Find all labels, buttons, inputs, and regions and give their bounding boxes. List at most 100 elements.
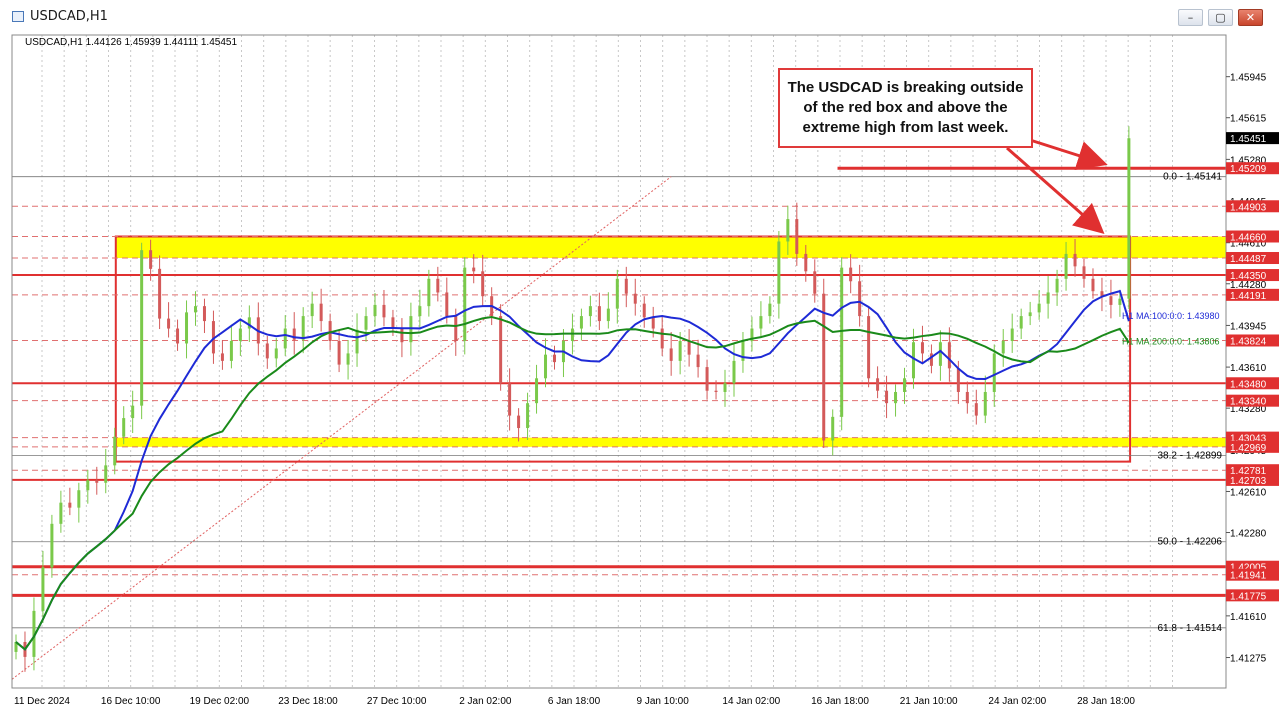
- price-level-label: 1.44903: [1230, 202, 1267, 213]
- candle-body: [588, 306, 592, 317]
- candle-body: [903, 378, 907, 392]
- candle-body: [723, 383, 727, 392]
- price-level-label: 1.43480: [1230, 379, 1267, 390]
- candle-body: [158, 268, 162, 319]
- candle-body: [140, 250, 144, 406]
- price-level-label: 1.44350: [1230, 271, 1267, 282]
- candle-body: [122, 418, 126, 437]
- candle-body: [597, 306, 601, 322]
- candle-body: [894, 391, 898, 404]
- candle-body: [1118, 298, 1122, 305]
- candle-body: [786, 219, 790, 242]
- candle-body: [544, 354, 548, 379]
- candle-body: [974, 403, 978, 416]
- candle-body: [992, 353, 996, 392]
- candle-body: [696, 354, 700, 368]
- candle-body: [956, 368, 960, 392]
- candle-body: [714, 390, 718, 392]
- x-tick-label: 16 Dec 10:00: [101, 696, 161, 707]
- y-tick-label: 1.41610: [1230, 612, 1267, 623]
- x-tick-label: 23 Dec 18:00: [278, 696, 338, 707]
- candle-body: [911, 342, 915, 379]
- candle-body: [947, 342, 951, 369]
- price-level-label: 1.45209: [1230, 164, 1267, 175]
- candle-body: [579, 316, 583, 329]
- price-level-label: 1.41775: [1230, 591, 1267, 602]
- candle-body: [391, 317, 395, 329]
- candle-body: [795, 219, 799, 254]
- candle-body: [615, 278, 619, 309]
- candle-body: [131, 405, 135, 419]
- maximize-button[interactable]: ▢: [1208, 9, 1233, 26]
- candle-body: [1019, 316, 1023, 329]
- candle-body: [355, 329, 359, 354]
- candle-body: [445, 292, 449, 317]
- candle-body: [840, 267, 844, 417]
- candle-body: [427, 278, 431, 307]
- candle-body: [983, 391, 987, 416]
- x-tick-label: 2 Jan 02:00: [459, 696, 512, 707]
- current-price-label: 1.45451: [1230, 134, 1267, 145]
- y-tick-label: 1.45945: [1230, 73, 1267, 84]
- candle-body: [346, 353, 350, 365]
- y-tick-label: 1.42610: [1230, 487, 1267, 498]
- candle-body: [463, 267, 467, 341]
- candle-body: [382, 304, 386, 318]
- candle-body: [624, 278, 628, 294]
- candle-body: [642, 303, 646, 318]
- candle-body: [77, 490, 81, 508]
- candle-body: [86, 480, 90, 491]
- y-tick-label: 1.41275: [1230, 654, 1267, 665]
- x-tick-label: 14 Jan 02:00: [722, 696, 780, 707]
- candle-body: [1046, 292, 1050, 304]
- x-tick-label: 6 Jan 18:00: [548, 696, 601, 707]
- candle-body: [481, 271, 485, 297]
- candle-body: [831, 416, 835, 441]
- candle-body: [552, 354, 556, 363]
- candle-body: [885, 390, 889, 404]
- x-tick-label: 27 Dec 10:00: [367, 696, 427, 707]
- fib-level-label: 50.0 - 1.42206: [1158, 537, 1223, 548]
- x-tick-label: 9 Jan 10:00: [637, 696, 690, 707]
- candle-body: [113, 436, 117, 466]
- candle-body: [400, 328, 404, 343]
- candle-body: [633, 293, 637, 304]
- price-level-label: 1.44487: [1230, 254, 1267, 265]
- candle-body: [499, 316, 503, 384]
- candle-body: [472, 267, 476, 272]
- candle-body: [337, 340, 341, 365]
- price-level-label: 1.42703: [1230, 476, 1267, 487]
- annotation-line-3: extreme high from last week.: [802, 119, 1009, 136]
- annotation-box: The USDCAD is breaking outside of the re…: [778, 68, 1033, 148]
- candle-body: [1073, 253, 1077, 267]
- candle-body: [858, 281, 862, 317]
- candle-body: [1028, 312, 1032, 317]
- candle-body: [526, 403, 530, 429]
- y-tick-label: 1.43945: [1230, 321, 1267, 332]
- candle-body: [687, 340, 691, 355]
- candle-body: [1037, 303, 1041, 313]
- candle-body: [876, 378, 880, 391]
- candle-body: [1064, 253, 1068, 279]
- candle-body: [202, 306, 206, 322]
- candle-body: [238, 328, 242, 341]
- candle-body: [104, 465, 108, 483]
- candle-body: [508, 383, 512, 416]
- candle-body: [59, 502, 63, 524]
- close-button[interactable]: ✕: [1238, 9, 1263, 26]
- candle-body: [1127, 138, 1131, 299]
- x-tick-label: 16 Jan 18:00: [811, 696, 869, 707]
- candle-body: [651, 317, 655, 329]
- candle-body: [185, 312, 189, 344]
- candle-body: [95, 480, 99, 483]
- price-chart[interactable]: 0.0 - 1.45141 38.2 - 1.42899 50.0 - 1.4220…: [0, 33, 1279, 721]
- window-title: USDCAD,H1: [30, 9, 108, 24]
- minimize-button[interactable]: –: [1178, 9, 1203, 26]
- candle-body: [678, 340, 682, 361]
- candle-body: [301, 316, 305, 340]
- candle-body: [418, 306, 422, 317]
- candle-body: [193, 306, 197, 313]
- annotation-line-2: of the red box and above the: [803, 99, 1008, 116]
- ma200-label: H1 MA:200:0:0: 1.43806: [1122, 337, 1220, 347]
- price-level-label: 1.42969: [1230, 443, 1267, 454]
